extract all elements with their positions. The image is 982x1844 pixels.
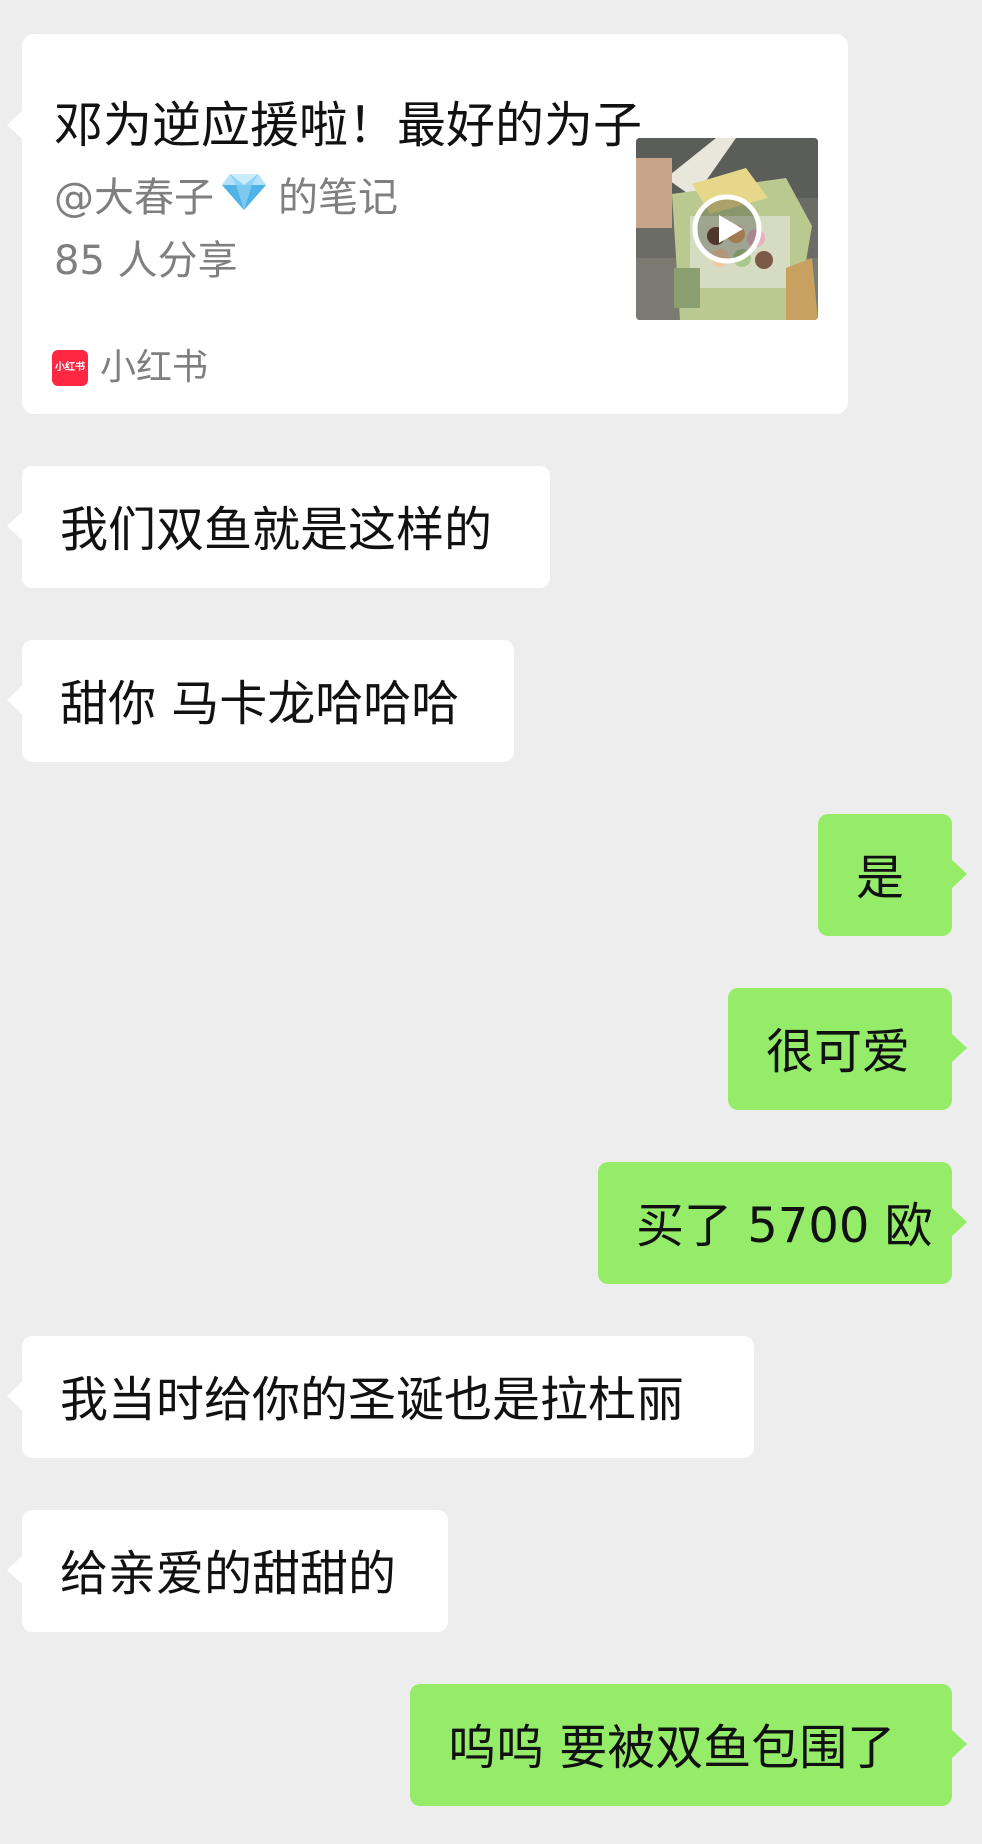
message-text: 甜你 马卡龙哈哈哈 <box>60 676 460 732</box>
shared-note-card[interactable]: 邓为逆应援啦！最好的为子 @大春子 的笔记 85 人分享 小红书 小红书 <box>7 34 848 414</box>
video-thumbnail[interactable] <box>636 138 818 320</box>
incoming-message[interactable]: 我当时给你的圣诞也是拉杜丽 <box>7 1336 754 1458</box>
outgoing-message[interactable]: 呜呜 要被双鱼包围了 <box>410 1684 967 1806</box>
outgoing-message[interactable]: 很可爱 <box>728 988 967 1110</box>
author-suffix: 的笔记 <box>278 175 398 221</box>
message-text: 呜呜 要被双鱼包围了 <box>448 1720 896 1776</box>
xiaohongshu-logo-icon: 小红书 <box>52 350 88 386</box>
author-name: @大春子 <box>54 175 214 221</box>
incoming-message[interactable]: 甜你 马卡龙哈哈哈 <box>7 640 514 762</box>
message-text: 我们双鱼就是这样的 <box>60 502 493 558</box>
outgoing-message[interactable]: 是 <box>818 814 967 936</box>
shared-note-title: 邓为逆应援啦！最好的为子 <box>54 97 643 154</box>
shared-note-author: @大春子 的笔记 <box>54 172 398 224</box>
message-text: 我当时给你的圣诞也是拉杜丽 <box>60 1372 685 1428</box>
incoming-message[interactable]: 我们双鱼就是这样的 <box>7 466 550 588</box>
source-label: 小红书 小红书 <box>52 346 208 390</box>
play-icon <box>692 194 762 264</box>
diamond-icon <box>220 172 268 224</box>
source-name: 小红书 <box>100 347 209 388</box>
message-text: 很可爱 <box>766 1024 911 1080</box>
outgoing-message[interactable]: 买了 5700 欧 <box>598 1162 967 1284</box>
message-text: 买了 5700 欧 <box>636 1198 933 1254</box>
message-text: 是 <box>856 850 905 906</box>
message-text: 给亲爱的甜甜的 <box>60 1546 397 1602</box>
share-count: 85 人分享 <box>54 238 238 284</box>
incoming-message[interactable]: 给亲爱的甜甜的 <box>7 1510 448 1632</box>
